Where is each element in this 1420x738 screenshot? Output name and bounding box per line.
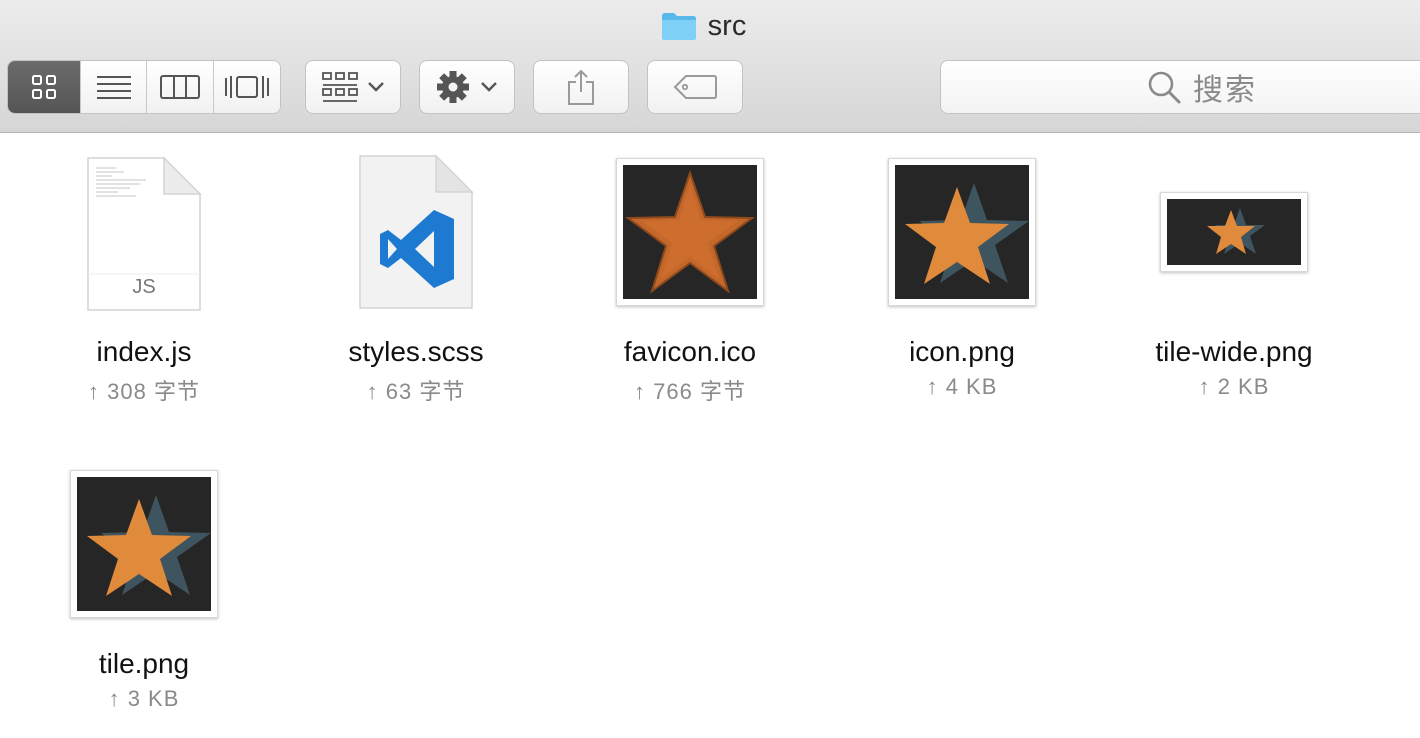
file-item-index-js[interactable]: JS index.js ↑ 308 字节 — [24, 150, 264, 410]
image-thumbnail — [1160, 192, 1308, 272]
search-icon — [1148, 71, 1181, 104]
image-thumbnail — [888, 158, 1036, 306]
star-3d-icon — [87, 495, 211, 596]
folder-icon — [661, 13, 696, 40]
list-view-button[interactable] — [81, 61, 148, 113]
file-size: ↑ 766 字节 — [634, 379, 746, 404]
arrange-button[interactable] — [305, 60, 401, 114]
view-mode-control — [7, 60, 281, 114]
file-size: ↑ 308 字节 — [88, 379, 200, 404]
star-3d-icon — [905, 183, 1029, 284]
gear-icon — [437, 71, 469, 103]
icon-view-button[interactable] — [8, 61, 82, 113]
chevron-down-icon — [481, 82, 497, 92]
file-size: ↑ 4 KB — [926, 374, 998, 399]
file-type-badge: JS — [132, 276, 156, 298]
share-icon — [568, 69, 594, 105]
file-item-favicon-ico[interactable]: favicon.ico ↑ 766 字节 — [570, 150, 810, 410]
grid-icon — [32, 75, 57, 99]
cover-flow-icon — [224, 76, 269, 98]
vscode-file-icon — [359, 154, 474, 309]
file-name: icon.png — [909, 336, 1015, 367]
tag-icon — [673, 75, 717, 99]
action-button[interactable] — [419, 60, 515, 114]
search-field[interactable]: 搜索 — [940, 60, 1420, 114]
file-name: tile.png — [98, 648, 190, 679]
file-name: index.js — [96, 336, 192, 367]
cover-flow-view-button[interactable] — [213, 61, 280, 113]
tags-button[interactable] — [647, 60, 743, 114]
file-name: tile-wide.png — [1155, 336, 1313, 367]
file-item-icon-png[interactable]: icon.png ↑ 4 KB — [842, 150, 1082, 410]
arrange-grid-icon — [322, 72, 358, 102]
share-button[interactable] — [533, 60, 629, 114]
image-thumbnail — [616, 158, 764, 306]
file-name: favicon.ico — [623, 336, 757, 367]
star-icon — [625, 169, 755, 294]
star-3d-icon — [1207, 208, 1265, 254]
columns-icon — [160, 75, 201, 99]
finder-toolbar: src 搜索 — [0, 0, 1420, 133]
file-name: styles.scss — [348, 336, 484, 367]
list-icon — [96, 76, 131, 99]
search-placeholder: 搜索 — [1193, 74, 1257, 107]
file-size: ↑ 2 KB — [1198, 374, 1270, 399]
file-item-styles-scss[interactable]: styles.scss ↑ 63 字节 — [296, 150, 536, 410]
file-item-tile-wide-png[interactable]: tile-wide.png ↑ 2 KB — [1114, 150, 1354, 410]
chevron-down-icon — [368, 82, 384, 92]
title-bar: src — [0, 0, 1420, 52]
image-thumbnail — [70, 470, 218, 618]
file-size: ↑ 3 KB — [108, 686, 180, 711]
window-title: src — [707, 9, 747, 42]
column-view-button[interactable] — [147, 61, 214, 113]
file-size: ↑ 63 字节 — [366, 379, 466, 404]
file-item-tile-png[interactable]: tile.png ↑ 3 KB — [24, 462, 264, 722]
